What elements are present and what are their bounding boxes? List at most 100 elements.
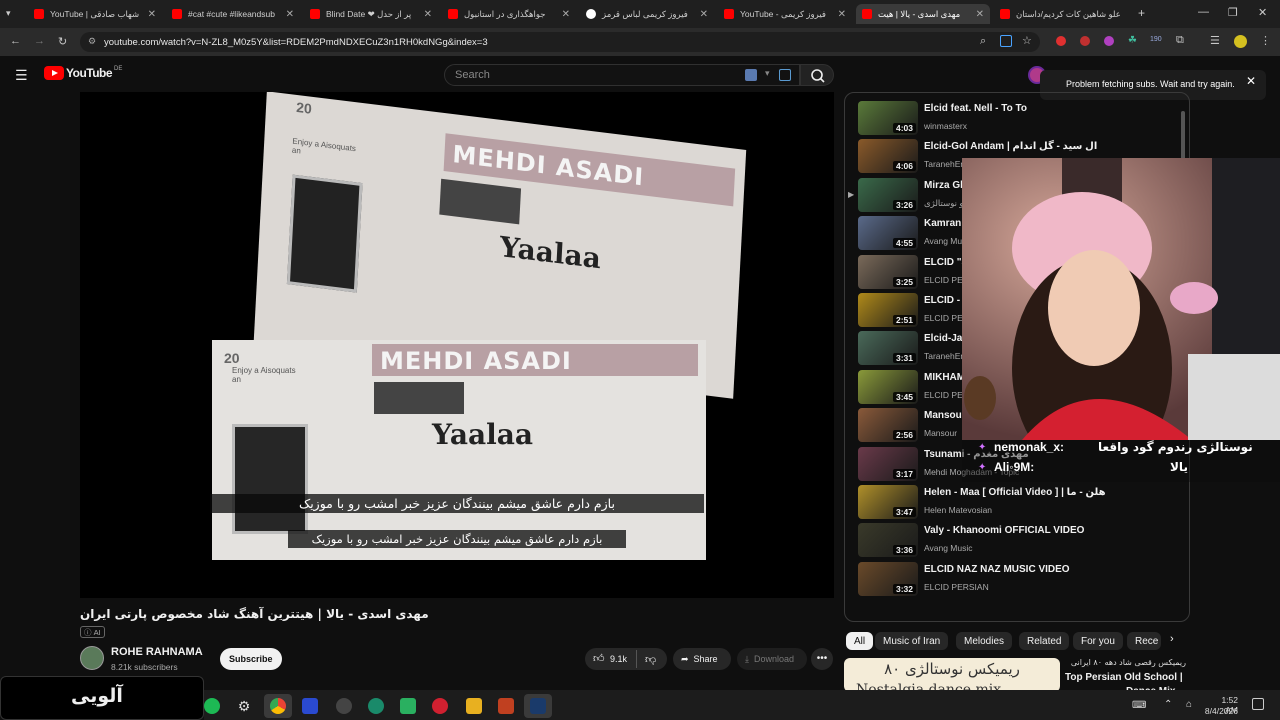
file-explorer-icon[interactable] bbox=[466, 698, 482, 714]
close-tab-icon[interactable]: ✕ bbox=[556, 9, 570, 20]
playlist-thumbnail[interactable]: 3:25 bbox=[858, 254, 918, 289]
playlist-item-title[interactable]: Elcid-Gol Andam | ال سید - گل اندام bbox=[924, 141, 1097, 152]
recommendation-thumbnail[interactable]: ریمیکس نوستالژی ۸۰ Nostalgia dance mix bbox=[844, 658, 1060, 692]
extensions-puzzle-icon[interactable]: ⧉ bbox=[1176, 34, 1184, 47]
chip-music-of-iran[interactable]: Music of Iran bbox=[875, 632, 949, 650]
close-tab-icon[interactable]: ✕ bbox=[1121, 9, 1128, 20]
back-icon[interactable]: ← bbox=[10, 35, 21, 47]
settings-gear-icon[interactable]: ⚙ bbox=[236, 698, 252, 714]
playlist-item-title[interactable]: Valy - Khanoomi OFFICIAL VIDEO bbox=[924, 525, 1084, 536]
playlist-thumbnail[interactable]: 3:32 bbox=[858, 561, 918, 596]
playlist-thumbnail[interactable]: 3:26 bbox=[858, 177, 918, 212]
playlist-item[interactable]: 3:47 Helen - Maa [ Official Video ] | هلن… bbox=[858, 485, 1178, 521]
tab-list-icon[interactable]: ▾ bbox=[6, 8, 11, 19]
playlist-item[interactable]: 3:32 ELCID NAZ NAZ MUSIC VIDEO ELCID PERSI… bbox=[858, 561, 1178, 598]
subscribe-button[interactable]: Subscribe bbox=[220, 648, 282, 670]
search-button[interactable] bbox=[800, 64, 834, 86]
chevron-right-icon[interactable]: › bbox=[1170, 633, 1174, 645]
reload-icon[interactable]: ↻ bbox=[58, 35, 67, 48]
browser-tab[interactable]: فیروز کریمی لباس قرمز ✕ bbox=[580, 4, 714, 24]
chip-for-you[interactable]: For you bbox=[1073, 632, 1123, 650]
translate-icon[interactable] bbox=[1000, 35, 1012, 47]
address-bar[interactable]: ⚙ youtube.com/watch?v=N-ZL8_M0z5Y&list=R… bbox=[80, 32, 1040, 52]
chip-all[interactable]: All bbox=[846, 632, 874, 650]
close-tab-icon[interactable]: ✕ bbox=[280, 9, 294, 20]
close-tab-icon[interactable]: ✕ bbox=[832, 9, 846, 20]
screen-search-icon[interactable] bbox=[779, 69, 791, 81]
playlist-item[interactable]: 3:36 Valy - Khanoomi OFFICIAL VIDEO Avang … bbox=[858, 523, 1178, 559]
hamburger-menu-icon[interactable]: ☰ bbox=[15, 67, 28, 84]
video-player[interactable]: 20 MEHDI ASADI Enjoy a Aisoquats an Yaal… bbox=[80, 92, 834, 598]
playlist-thumbnail[interactable]: 2:56 bbox=[858, 408, 918, 443]
close-notification-icon[interactable]: ✕ bbox=[1246, 74, 1256, 88]
like-count[interactable]: 9.1k bbox=[610, 654, 627, 664]
network-icon[interactable]: ⌂ bbox=[1186, 699, 1192, 710]
playlist-thumbnail[interactable]: 3:17 bbox=[858, 446, 918, 481]
keyboard-icon[interactable] bbox=[745, 69, 757, 81]
maximize-icon[interactable]: ❐ bbox=[1228, 6, 1238, 19]
browser-menu-icon[interactable]: ⋮ bbox=[1260, 34, 1271, 47]
close-tab-icon[interactable]: ✕ bbox=[418, 9, 432, 20]
playlist-item[interactable]: 4:03 Elcid feat. Nell - To To winmasterx bbox=[858, 101, 1178, 137]
browser-tab[interactable]: علو شاهین کات کردیم/داستان✕ bbox=[994, 4, 1128, 24]
close-tab-icon[interactable]: ✕ bbox=[142, 9, 156, 20]
playlist-item-channel[interactable]: winmasterx bbox=[924, 121, 967, 131]
like-icon[interactable]: 👍︎ bbox=[593, 652, 605, 665]
playlist-item-title[interactable]: Elcid feat. Nell - To To bbox=[924, 103, 1027, 114]
playlist-thumbnail[interactable]: 3:36 bbox=[858, 523, 918, 558]
browser-tab[interactable]: YouTube - فیروز کریمی ✕ bbox=[718, 4, 852, 24]
browser-tab[interactable]: Blind Date ❤ پر از حدل ✕ bbox=[304, 4, 438, 24]
forward-icon[interactable]: → bbox=[34, 35, 45, 47]
close-tab-icon[interactable]: ✕ bbox=[694, 9, 708, 20]
browser-tab[interactable]: YouTube | شهاب صادقی ✕ bbox=[28, 4, 162, 24]
playlist-item-title[interactable]: Helen - Maa [ Official Video ] | هلن - م… bbox=[924, 487, 1106, 498]
chrome-icon[interactable] bbox=[270, 698, 286, 714]
playlist-item-channel[interactable]: ELCID PERSIAN bbox=[924, 582, 989, 592]
browser-tab[interactable]: #cat #cute #likeandsub ✕ bbox=[166, 4, 300, 24]
profile-avatar[interactable] bbox=[1234, 35, 1247, 48]
steam-icon[interactable] bbox=[530, 698, 546, 714]
chip-melodies[interactable]: Melodies bbox=[956, 632, 1013, 650]
playlist-thumbnail[interactable]: 3:47 bbox=[858, 485, 918, 519]
close-tab-icon[interactable]: ✕ bbox=[970, 9, 984, 20]
chart-app-icon[interactable] bbox=[302, 698, 318, 714]
site-info-icon[interactable]: ⚙ bbox=[88, 36, 96, 47]
extension-icon[interactable] bbox=[1056, 36, 1066, 46]
playlist-thumbnail[interactable]: 4:03 bbox=[858, 101, 918, 135]
app-icon[interactable] bbox=[400, 698, 416, 714]
browser-tab[interactable]: جواهگذاری در استانبول ✕ bbox=[442, 4, 576, 24]
extension-icon[interactable]: 190 bbox=[1150, 36, 1162, 43]
spotify-icon[interactable] bbox=[204, 698, 220, 714]
tray-chevron-up-icon[interactable]: ⌃ bbox=[1164, 699, 1172, 710]
zoom-icon[interactable]: ⌕ bbox=[980, 35, 986, 48]
new-tab-icon[interactable]: + bbox=[1138, 6, 1145, 20]
chip-related[interactable]: Related bbox=[1019, 632, 1070, 650]
app-icon[interactable] bbox=[336, 698, 352, 714]
app-icon[interactable] bbox=[432, 698, 448, 714]
chevron-down-icon[interactable]: ▾ bbox=[765, 68, 770, 79]
playlist-scrollbar[interactable] bbox=[1181, 111, 1185, 161]
playlist-thumbnail[interactable]: 2:51 bbox=[858, 293, 918, 327]
channel-avatar[interactable] bbox=[80, 646, 104, 670]
recommendation-title-fa[interactable]: ریمیکس رقصی شاد دهه ۸۰ ایرانی bbox=[1064, 658, 1186, 667]
search-input[interactable]: Search ▾ bbox=[444, 64, 800, 86]
extension-icon[interactable] bbox=[1104, 36, 1114, 46]
playlist-item-channel[interactable]: Helen Matevosian bbox=[924, 505, 992, 515]
close-window-icon[interactable]: ✕ bbox=[1258, 6, 1267, 19]
app-icon[interactable] bbox=[498, 698, 514, 714]
extension-icon[interactable]: ☘ bbox=[1128, 35, 1137, 46]
recommendation-title-en[interactable]: Top Persian Old School | bbox=[1065, 672, 1183, 683]
playlist-item-channel[interactable]: Avang Music bbox=[924, 543, 973, 553]
clock-date[interactable]: 8/4/2026 bbox=[1198, 706, 1238, 716]
chip-recent[interactable]: Rece bbox=[1127, 632, 1161, 650]
channel-name[interactable]: ROHE RAHNAMA bbox=[111, 646, 203, 658]
notifications-icon[interactable] bbox=[1252, 698, 1264, 710]
playlist-item-title[interactable]: ELCID NAZ NAZ MUSIC VIDEO bbox=[924, 564, 1070, 575]
playlist-thumbnail[interactable]: 3:45 bbox=[858, 369, 918, 404]
playlist-thumbnail[interactable]: 4:06 bbox=[858, 139, 918, 174]
playlist-thumbnail[interactable]: 4:55 bbox=[858, 216, 918, 251]
bookmark-star-icon[interactable]: ☆ bbox=[1022, 34, 1032, 47]
minimize-icon[interactable]: — bbox=[1198, 6, 1209, 18]
reading-list-icon[interactable]: ☰ bbox=[1210, 34, 1220, 47]
edge-icon[interactable] bbox=[368, 698, 384, 714]
